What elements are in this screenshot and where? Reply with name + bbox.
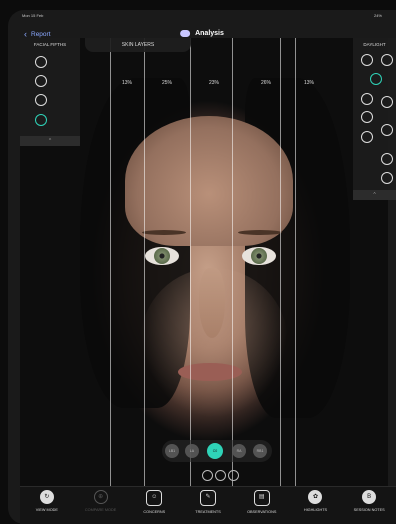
session-notes-button[interactable]: B SESSION NOTES [342,487,396,524]
facial-fifths-panel: FACIAL FIFTHS ^ [20,38,80,146]
fifth-divider[interactable] [295,38,296,486]
brow-left [142,230,186,235]
fifths-option-selected[interactable] [35,114,47,126]
toolbar-label: OBSERVATIONS [247,510,277,514]
back-label: Report [31,31,51,38]
light-option[interactable] [381,54,393,66]
light-option[interactable] [361,93,373,105]
eye-right [242,247,276,265]
angle-selector: LB1 LA C0 RA RB1 [162,440,272,462]
toolbar-label: HIGHLIGHTS [303,508,328,512]
fifth-divider[interactable] [144,38,145,486]
view-option[interactable] [228,470,239,481]
fifth-percent-3: 23% [208,80,220,86]
light-option[interactable] [381,172,393,184]
highlights-button[interactable]: ✿ HIGHLIGHTS [289,487,343,524]
angle-thumb-selected[interactable]: C0 [207,443,223,459]
collapse-tab[interactable]: ^ [20,136,80,146]
daylight-panel: DAYLIGHT ^ [353,38,396,200]
toolbar-label: CONCERNS [143,510,166,514]
fifth-divider[interactable] [280,38,281,486]
toolbar-label: VIEW MODE [35,508,58,512]
fifths-option-3[interactable] [35,94,47,106]
page-title: Analysis [180,30,224,37]
view-mode-button[interactable]: ↻ VIEW MODE [20,487,74,524]
compare-mode-icon: ⊕ [93,490,108,504]
page-title-text: Analysis [195,30,224,37]
treatments-button[interactable]: ✎ TREATMENTS [181,487,235,524]
observations-button[interactable]: ▤ OBSERVATIONS [235,487,289,524]
treatments-icon: ✎ [200,490,217,506]
view-option[interactable] [202,470,213,481]
iris-right [251,248,267,264]
light-option[interactable] [381,124,393,136]
toolbar-label: TREATMENTS [195,510,221,514]
toolbar-label: SESSION NOTES [353,508,385,512]
view-option-group [202,470,240,482]
angle-thumb[interactable]: LA [185,444,199,458]
light-option[interactable] [361,54,373,66]
light-option[interactable] [381,96,393,108]
compare-mode-button[interactable]: ⊕ COMPARE MODE [74,487,128,524]
fifth-percent-5: 13% [303,80,315,86]
fifth-percent-1: 13% [121,80,133,86]
session-notes-icon: B [362,490,377,504]
status-bar: Mon 15 Feb 24% [8,10,396,24]
angle-thumb[interactable]: RB1 [253,444,267,458]
fifth-divider[interactable] [232,38,233,486]
eye-left [145,247,179,265]
status-time: Mon 15 Feb [22,13,44,18]
highlights-icon: ✿ [308,490,323,504]
battery-level: 24% [373,13,382,18]
angle-thumb[interactable]: RA [232,444,246,458]
skin-layers-tab[interactable]: SKIN LAYERS [85,38,191,52]
fifth-divider[interactable] [110,38,111,486]
collapse-tab[interactable]: ^ [353,190,396,200]
forehead [125,116,293,246]
concerns-icon: ☺ [146,490,163,506]
light-option-selected[interactable] [370,73,382,85]
light-option[interactable] [381,153,393,165]
brow-right [238,230,282,235]
angle-thumb[interactable]: LB1 [165,444,179,458]
panel-title: FACIAL FIFTHS [33,42,67,47]
view-option[interactable] [215,470,226,481]
concerns-button[interactable]: ☺ CONCERNS [127,487,181,524]
panel-title: DAYLIGHT [363,42,386,47]
bottom-toolbar: ↻ VIEW MODE ⊕ COMPARE MODE ☺ CONCERNS ✎ … [20,486,396,524]
light-option[interactable] [361,131,373,143]
iris-left [154,248,170,264]
fifths-option-2[interactable] [35,75,47,87]
fifths-option-1[interactable] [35,56,47,68]
light-option[interactable] [361,111,373,123]
nose [199,268,225,338]
view-mode-icon: ↻ [39,490,54,504]
cloud-icon [180,30,191,37]
fifth-percent-4: 26% [260,80,272,86]
fifth-percent-2: 25% [161,80,173,86]
fifth-divider[interactable] [190,38,191,486]
toolbar-label: COMPARE MODE [84,508,117,512]
observations-icon: ▤ [253,490,270,506]
